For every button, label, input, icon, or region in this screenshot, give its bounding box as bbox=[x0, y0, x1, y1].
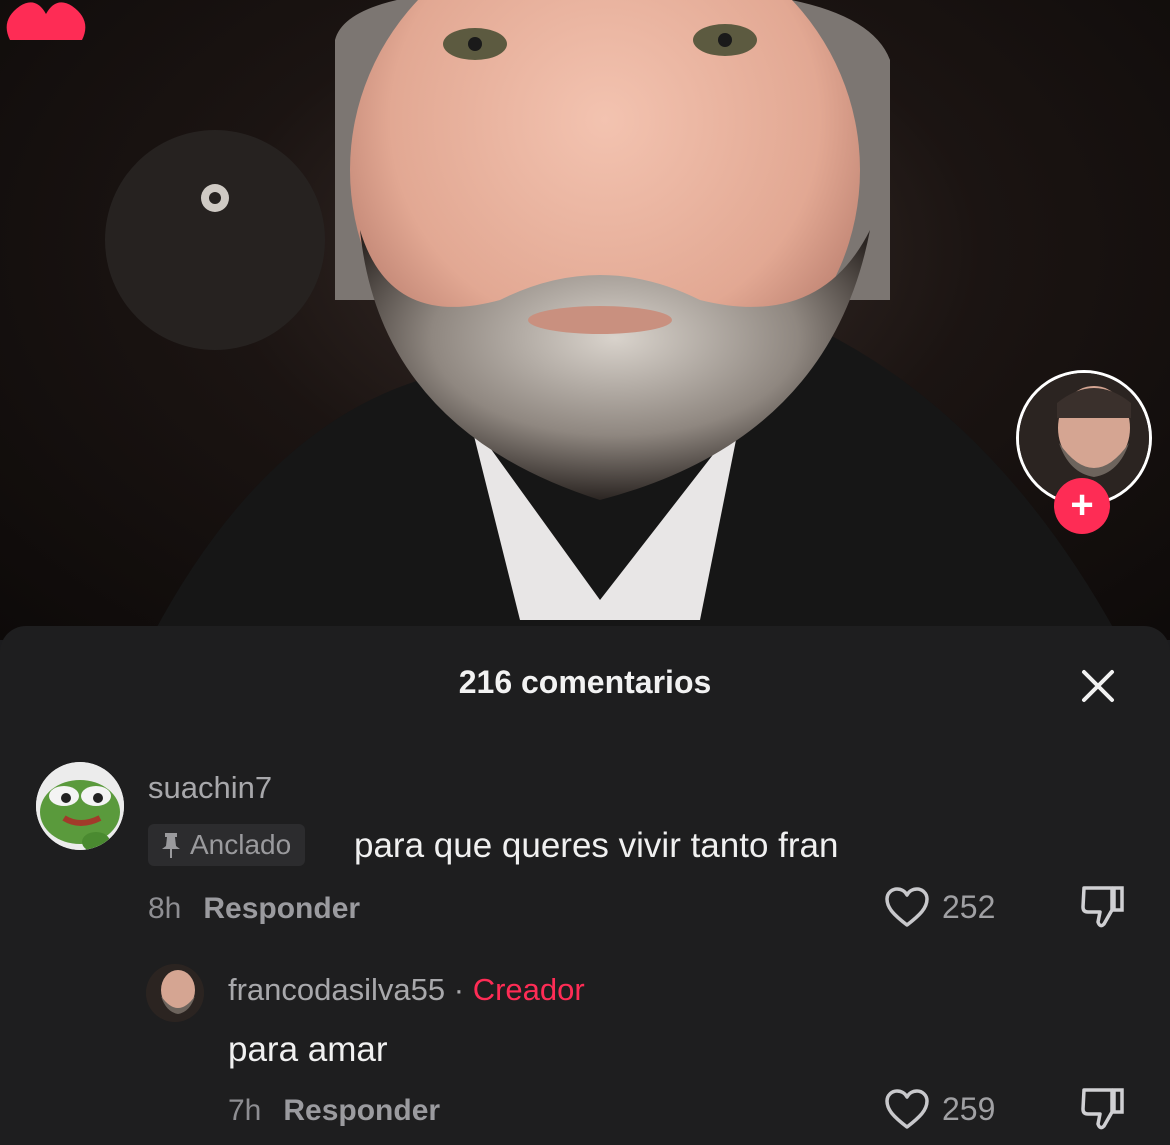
reply-text: para amar bbox=[228, 1030, 388, 1069]
separator-dot: · bbox=[453, 972, 465, 1007]
reply-time: 7h bbox=[228, 1094, 262, 1127]
comment-time: 8h bbox=[148, 892, 182, 925]
comments-sheet: 216 comentarios suachin7 Anclado para qu… bbox=[0, 626, 1170, 1145]
comments-count-title: 216 comentarios bbox=[458, 664, 712, 700]
video-player[interactable]: + bbox=[0, 0, 1170, 640]
comment-username[interactable]: suachin7 bbox=[148, 770, 272, 806]
reply-button[interactable]: Responder bbox=[283, 1094, 440, 1127]
reply-button[interactable]: Responder bbox=[203, 892, 360, 925]
video-frame bbox=[105, 0, 1120, 640]
comment-text: para que queres vivir tanto fran bbox=[354, 826, 839, 865]
reply-like-count: 259 bbox=[942, 1090, 996, 1127]
heart-outline-icon bbox=[885, 887, 929, 927]
creator-badge: Creador bbox=[472, 972, 585, 1007]
thumbs-down-icon[interactable] bbox=[1080, 1086, 1126, 1132]
like-button[interactable]: 252 bbox=[884, 886, 995, 928]
like-video-icon[interactable] bbox=[0, 0, 92, 40]
reply-like-button[interactable]: 259 bbox=[884, 1088, 995, 1130]
pin-icon bbox=[162, 833, 180, 858]
like-count: 252 bbox=[942, 888, 996, 925]
follow-button[interactable]: + bbox=[1054, 478, 1110, 534]
thumbs-down-icon[interactable] bbox=[1080, 884, 1126, 930]
reply-meta: 7h Responder bbox=[228, 1094, 440, 1128]
plus-icon: + bbox=[1070, 483, 1094, 527]
reply-username[interactable]: francodasilva55 bbox=[228, 972, 445, 1007]
pinned-label: Anclado bbox=[190, 829, 292, 860]
creator-reply-avatar[interactable] bbox=[146, 964, 204, 1022]
pinned-badge: Anclado bbox=[148, 824, 306, 866]
reply-username-row: francodasilva55 · Creador bbox=[228, 972, 585, 1008]
commenter-avatar[interactable] bbox=[36, 762, 124, 850]
comment-meta: 8h Responder bbox=[148, 892, 360, 926]
heart-outline-icon bbox=[885, 1089, 929, 1129]
close-icon[interactable] bbox=[1078, 666, 1118, 706]
